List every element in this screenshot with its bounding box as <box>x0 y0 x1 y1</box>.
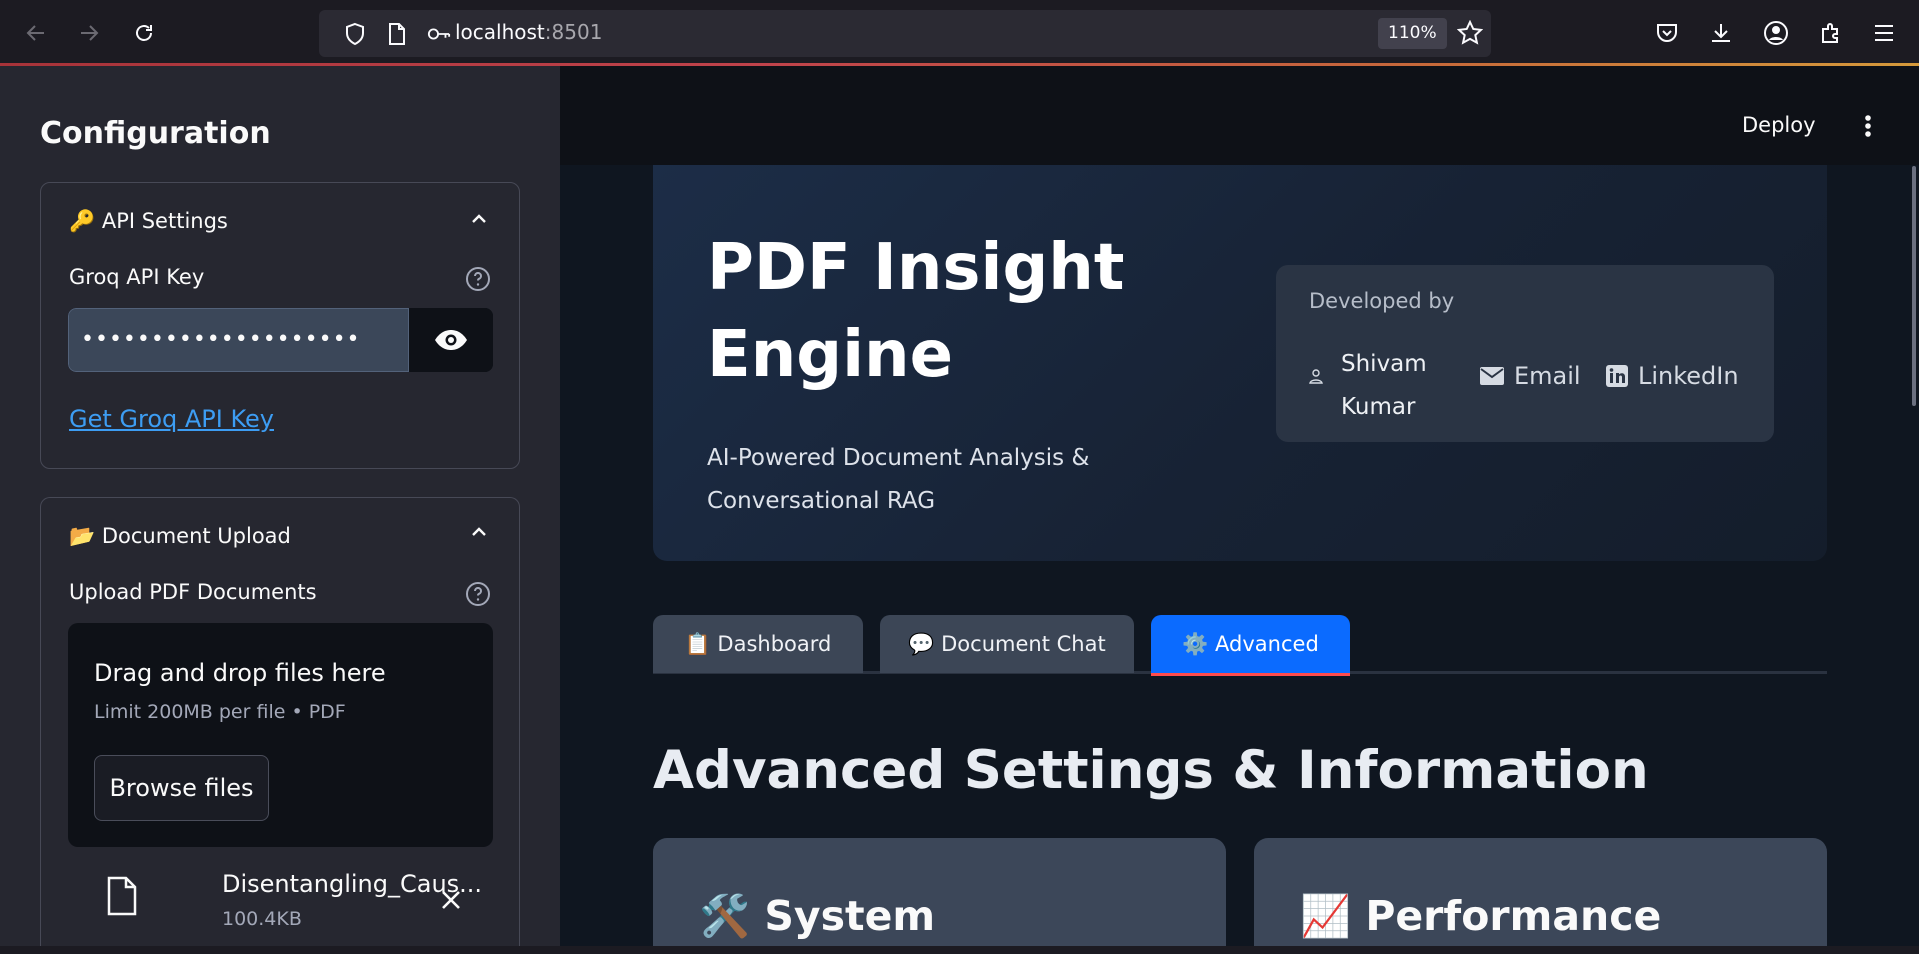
developer-name: Shivam Kumar <box>1341 343 1451 429</box>
sidebar-title: Configuration <box>40 116 271 151</box>
main-content: Deploy PDF Insight Engine AI-Powered Doc… <box>560 66 1919 954</box>
api-key-input-group: •••••••••••••••••••• <box>68 308 493 372</box>
url-port: :8501 <box>544 20 603 44</box>
section-heading: Advanced Settings & Information <box>653 740 1649 801</box>
performance-metrics-card: 📈 Performance Metrics <box>1254 838 1827 954</box>
chevron-up-icon[interactable] <box>469 209 489 233</box>
page-title: PDF Insight Engine <box>707 225 1127 399</box>
hero-banner: PDF Insight Engine AI-Powered Document A… <box>653 165 1827 561</box>
file-dropzone[interactable]: Drag and drop files here Limit 200MB per… <box>68 623 493 847</box>
api-key-input[interactable]: •••••••••••••••••••• <box>68 308 409 372</box>
tab-advanced-label: ⚙️ Advanced <box>1182 631 1319 656</box>
key-icon[interactable] <box>427 22 451 46</box>
chevron-up-icon[interactable] <box>469 522 489 546</box>
linkedin-link[interactable]: LinkedIn <box>1606 362 1739 390</box>
file-icon <box>106 876 138 920</box>
tab-dashboard[interactable]: 📋 Dashboard <box>653 615 863 673</box>
api-settings-expander: 🔑 API Settings Groq API Key ••••••••••••… <box>40 182 520 469</box>
active-tab-indicator <box>1151 673 1350 676</box>
deploy-button[interactable]: Deploy <box>1742 113 1816 137</box>
linkedin-icon <box>1606 365 1628 387</box>
document-upload-expander: 📂 Document Upload Upload PDF Documents D… <box>40 497 520 954</box>
tab-dashboard-label: 📋 Dashboard <box>684 631 832 656</box>
window-bottom-edge <box>0 946 1919 954</box>
scrollbar[interactable] <box>1912 166 1916 406</box>
tab-document-chat-label: 💬 Document Chat <box>908 631 1106 656</box>
file-size: 100.4KB <box>222 908 302 930</box>
email-link[interactable]: Email <box>1480 362 1581 390</box>
document-upload-header[interactable]: 📂 Document Upload <box>69 524 291 549</box>
page-subtitle: AI-Powered Document Analysis & Conversat… <box>707 445 1090 514</box>
title-line-2: Engine <box>707 318 953 392</box>
email-label: Email <box>1514 362 1581 390</box>
download-icon[interactable] <box>1705 17 1737 49</box>
pocket-icon[interactable] <box>1651 17 1683 49</box>
system-card-title: 🛠️ System <box>699 892 936 940</box>
close-icon[interactable] <box>435 884 467 916</box>
dropzone-title: Drag and drop files here <box>94 659 386 687</box>
more-options-icon[interactable] <box>1850 108 1886 144</box>
zoom-badge[interactable]: 110% <box>1378 18 1447 49</box>
reload-icon[interactable] <box>127 16 161 50</box>
app-header: Deploy <box>560 66 1919 165</box>
page-icon[interactable] <box>385 22 409 46</box>
linkedin-label: LinkedIn <box>1638 362 1739 390</box>
system-card: 🛠️ System <box>653 838 1226 954</box>
url-host: localhost <box>455 20 545 44</box>
api-settings-header[interactable]: 🔑 API Settings <box>69 209 228 234</box>
shield-icon[interactable] <box>343 22 367 46</box>
menu-icon[interactable] <box>1868 17 1900 49</box>
browse-files-button[interactable]: Browse files <box>94 755 269 821</box>
developer-last-name: Kumar <box>1341 394 1416 420</box>
tab-bar: 📋 Dashboard 💬 Document Chat ⚙️ Advanced <box>653 615 1827 676</box>
developer-card: Developed by Shivam Kumar Email LinkedIn <box>1276 265 1774 442</box>
api-key-label: Groq API Key <box>69 265 205 289</box>
help-icon[interactable] <box>465 266 491 292</box>
extensions-icon[interactable] <box>1815 17 1847 49</box>
forward-icon[interactable] <box>72 16 106 50</box>
tab-advanced[interactable]: ⚙️ Advanced <box>1151 615 1350 676</box>
upload-label: Upload PDF Documents <box>69 580 317 604</box>
help-icon[interactable] <box>465 581 491 607</box>
eye-icon[interactable] <box>409 308 493 372</box>
performance-card-title: 📈 Performance Metrics <box>1300 892 1662 954</box>
account-icon[interactable] <box>1760 17 1792 49</box>
url-text[interactable]: localhost:8501 <box>455 20 602 44</box>
uploaded-file-item: Disentangling_Caus... 100.4KB <box>68 860 493 940</box>
star-icon[interactable] <box>1454 17 1486 49</box>
get-api-key-link[interactable]: Get Groq API Key <box>69 405 274 433</box>
tab-document-chat[interactable]: 💬 Document Chat <box>880 615 1134 673</box>
title-line-1: PDF Insight <box>707 231 1125 305</box>
developer-first-name: Shivam <box>1341 351 1427 377</box>
sidebar: Configuration 🔑 API Settings Groq API Ke… <box>0 66 560 954</box>
dropzone-limit: Limit 200MB per file • PDF <box>94 701 346 723</box>
developed-by-label: Developed by <box>1309 289 1455 313</box>
back-icon[interactable] <box>19 16 53 50</box>
browser-toolbar: localhost:8501 110% <box>0 0 1919 66</box>
person-icon <box>1309 368 1323 388</box>
email-icon <box>1480 367 1504 385</box>
